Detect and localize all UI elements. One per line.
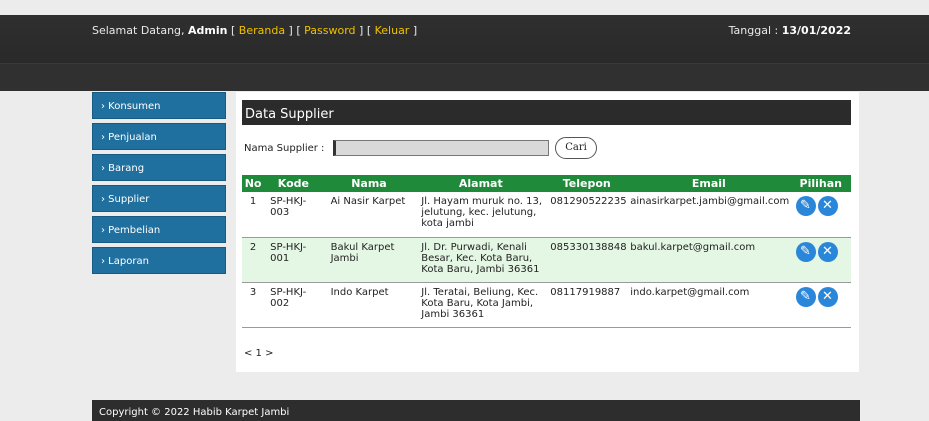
- cell-alamat: Jl. Teratai, Beliung, Kec. Kota Baru, Ko…: [421, 286, 539, 320]
- table-header-row: No Kode Nama Alamat Telepon Email Piliha…: [242, 175, 851, 192]
- search-label: Nama Supplier :: [244, 143, 325, 154]
- cell-actions: ✎ ✕: [791, 282, 852, 327]
- sidebar-item-supplier[interactable]: › Supplier: [92, 185, 226, 212]
- cell-actions: ✎ ✕: [791, 237, 852, 282]
- close-icon[interactable]: ✕: [817, 196, 838, 216]
- sidebar-item-pembelian[interactable]: › Pembelian: [92, 216, 226, 243]
- col-pilihan: Pilihan: [799, 177, 842, 190]
- date-label: Tanggal :: [728, 24, 782, 37]
- date-display: Tanggal : 13/01/2022: [729, 24, 851, 37]
- sidebar-item-penjualan[interactable]: › Penjualan: [92, 123, 226, 150]
- cell-email: bakul.karpet@gmail.com: [630, 241, 756, 253]
- sidebar-menu: › Konsumen › Penjualan › Barang › Suppli…: [92, 92, 226, 278]
- pagination[interactable]: < 1 >: [244, 348, 273, 359]
- header-strip: [0, 63, 929, 91]
- cell-nama: Bakul Karpet Jambi: [330, 241, 395, 264]
- sidebar-item-barang[interactable]: › Barang: [92, 154, 226, 181]
- main-content: Data Supplier Nama Supplier : Cari No Ko…: [236, 92, 859, 372]
- welcome-text: Selamat Datang, Admin [ Beranda ] [ Pass…: [92, 24, 418, 37]
- username: Admin: [188, 24, 228, 37]
- top-header: Selamat Datang, Admin [ Beranda ] [ Pass…: [0, 15, 929, 91]
- cell-alamat: Jl. Hayam muruk no. 13, jelutung, kec. j…: [421, 196, 543, 229]
- cell-kode: SP-HKJ-002: [270, 286, 307, 309]
- footer: Copyright © 2022 Habib Karpet Jambi: [92, 400, 860, 421]
- cell-kode: SP-HKJ-001: [270, 241, 307, 264]
- sidebar-item-laporan[interactable]: › Laporan: [92, 247, 226, 274]
- cell-actions: ✎ ✕: [791, 192, 852, 237]
- cell-telepon: 08117919887: [550, 286, 621, 298]
- cell-email: indo.karpet@gmail.com: [630, 286, 750, 298]
- col-telepon: Telepon: [562, 177, 611, 190]
- cell-telepon: 081290522235: [550, 196, 627, 207]
- col-kode: Kode: [277, 177, 309, 190]
- cell-no: 1: [249, 196, 257, 207]
- col-no: No: [244, 177, 262, 190]
- search-input[interactable]: [333, 140, 549, 156]
- link-password[interactable]: Password: [304, 24, 355, 37]
- col-alamat: Alamat: [458, 177, 503, 190]
- pencil-icon[interactable]: ✎: [795, 286, 816, 307]
- col-nama: Nama: [351, 177, 387, 190]
- close-icon[interactable]: ✕: [817, 286, 838, 307]
- col-email: Email: [691, 177, 726, 190]
- table-row: 1 SP-HKJ-003 Ai Nasir Karpet Jl. Hayam m…: [242, 192, 851, 237]
- cell-nama: Indo Karpet: [330, 286, 389, 298]
- cell-telepon: 085330138848: [550, 241, 627, 253]
- page-title: Data Supplier: [242, 100, 851, 125]
- close-icon[interactable]: ✕: [817, 241, 838, 262]
- welcome-label: Selamat Datang,: [92, 24, 189, 37]
- cell-no: 3: [249, 286, 257, 298]
- search-button[interactable]: Cari: [555, 137, 597, 159]
- cell-alamat: Jl. Dr. Purwadi, Kenali Besar, Kec. Kota…: [421, 241, 540, 275]
- pencil-icon[interactable]: ✎: [795, 241, 816, 262]
- table-row: 2 SP-HKJ-001 Bakul Karpet Jambi Jl. Dr. …: [242, 237, 851, 282]
- pencil-icon[interactable]: ✎: [795, 196, 816, 216]
- date-value: 13/01/2022: [781, 24, 851, 37]
- table-row: 3 SP-HKJ-002 Indo Karpet Jl. Teratai, Be…: [242, 282, 851, 327]
- link-beranda[interactable]: Beranda: [239, 24, 285, 37]
- supplier-table: No Kode Nama Alamat Telepon Email Piliha…: [242, 175, 851, 328]
- cell-email: ainasirkarpet.jambi@gmail.com: [630, 196, 790, 207]
- cell-nama: Ai Nasir Karpet: [330, 196, 406, 207]
- cell-kode: SP-HKJ-003: [270, 196, 307, 218]
- sidebar-item-konsumen[interactable]: › Konsumen: [92, 92, 226, 119]
- link-keluar[interactable]: Keluar: [375, 24, 410, 37]
- cell-no: 2: [249, 241, 257, 253]
